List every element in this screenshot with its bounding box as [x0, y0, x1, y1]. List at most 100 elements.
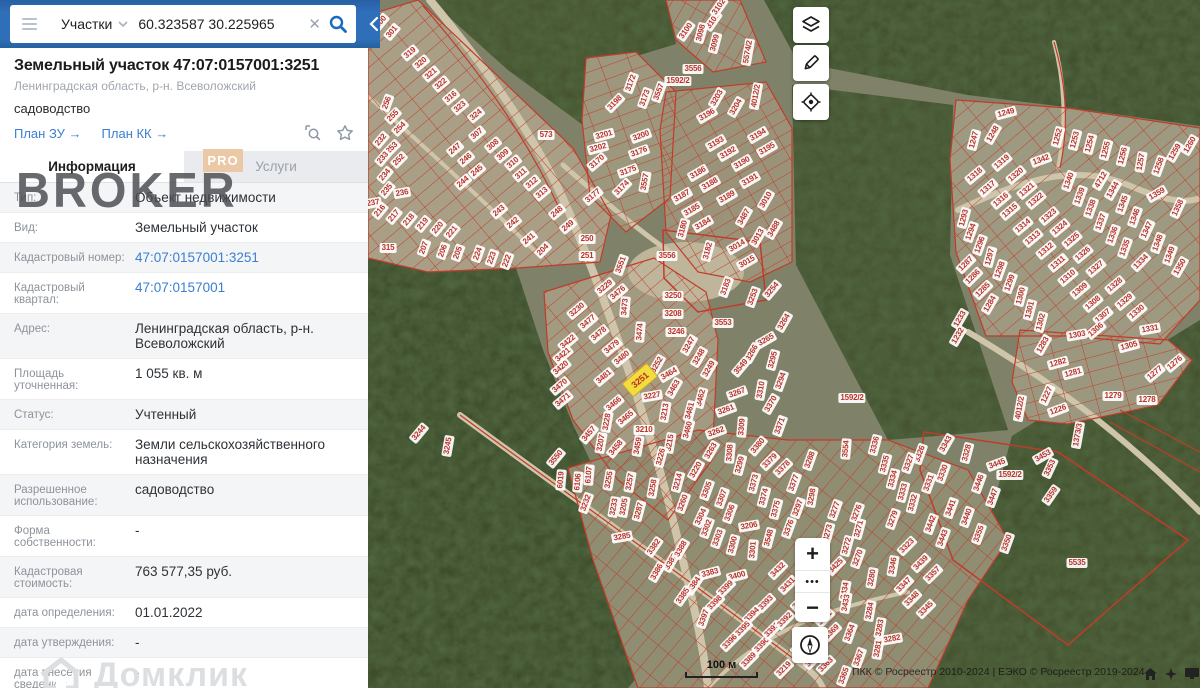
parcel-label[interactable]: 3010 — [756, 188, 776, 212]
parcel-label[interactable]: 3446 — [970, 471, 988, 495]
parcel-label[interactable]: 242 — [503, 213, 523, 233]
parcel-label[interactable]: 1325 — [1060, 229, 1084, 251]
parcel-label[interactable]: 3346 — [886, 554, 900, 578]
parcel-label[interactable]: 3309 — [736, 416, 748, 438]
parcel-label[interactable]: 3285 — [610, 530, 634, 544]
parcel-label[interactable]: 3184 — [691, 214, 715, 234]
home-icon[interactable] — [1144, 668, 1157, 680]
parcel-label[interactable]: 1276 — [1163, 352, 1187, 374]
parcel-label[interactable]: 3355 — [970, 522, 988, 546]
parcel-label[interactable]: 3284 — [863, 599, 877, 623]
parcel-label[interactable]: 6107 — [583, 464, 595, 486]
parcel-label[interactable]: 248 — [547, 202, 567, 222]
parcel-label[interactable]: 1227 — [1038, 383, 1056, 407]
parcel-label[interactable]: 3219 — [773, 658, 795, 680]
parcel-label[interactable]: 3279 — [884, 507, 902, 531]
parcel-label[interactable]: 206 — [435, 241, 451, 261]
parcel-label[interactable]: 1281 — [1061, 365, 1085, 381]
monitor-icon[interactable] — [1185, 668, 1199, 679]
parcel-label[interactable]: 3330 — [934, 461, 952, 485]
parcel-label[interactable]: 3377 — [785, 471, 803, 495]
parcel-label[interactable]: 3174 — [611, 177, 633, 199]
parcel-label[interactable]: 1592/2 — [664, 76, 692, 86]
parcel-label[interactable]: 3383 — [698, 565, 722, 581]
parcel-label[interactable]: 1373/3 — [1070, 420, 1086, 450]
parcel-label[interactable]: 3323 — [896, 535, 918, 557]
parcel-label[interactable]: 3280 — [865, 566, 879, 590]
parcel-label[interactable]: 3441 — [942, 496, 960, 520]
parcel-label[interactable]: 3277 — [826, 498, 844, 522]
parcel-label[interactable]: 1336 — [1104, 223, 1122, 247]
parcel-label[interactable]: 3189 — [715, 187, 739, 207]
parcel-label[interactable]: 3232 — [577, 491, 595, 515]
parcel-label[interactable]: 3176 — [627, 143, 651, 161]
parcel-label[interactable]: 204 — [533, 240, 553, 260]
parcel-label[interactable]: 1319 — [990, 151, 1014, 173]
geolocation-button[interactable] — [792, 627, 828, 663]
parcel-label[interactable]: 3254 — [761, 278, 783, 302]
parcel-label[interactable]: 573 — [537, 130, 555, 140]
parcel-label[interactable]: 1302 — [1033, 310, 1049, 334]
parcel-label[interactable]: 3210 — [633, 425, 655, 435]
parcel-label[interactable]: 4012/2 — [748, 81, 764, 111]
parcel-label[interactable]: 3380 — [747, 434, 769, 458]
parcel-label[interactable]: 1226 — [1046, 401, 1070, 419]
parcel-label[interactable]: 246 — [456, 149, 476, 169]
parcel-label[interactable]: 3299 — [732, 453, 748, 477]
row-value-link[interactable]: 47:07:0157001 — [135, 280, 354, 295]
parcel-label[interactable]: 224 — [470, 244, 486, 264]
parcel-label[interactable]: 6106 — [572, 471, 584, 493]
tab-services[interactable]: Услуги — [184, 151, 368, 182]
parcel-label[interactable]: 1327 — [1084, 257, 1108, 279]
parcel-label[interactable]: 3258 — [646, 476, 660, 500]
parcel-label[interactable]: 1260 — [1180, 133, 1200, 157]
parcel-label[interactable]: 1310 — [1056, 266, 1080, 288]
parcel-label[interactable]: 236 — [392, 186, 412, 200]
parcel-label[interactable]: 241 — [519, 229, 539, 249]
parcel-label[interactable]: 3553 — [712, 318, 734, 328]
plan-kk-link[interactable]: План КК → — [102, 126, 169, 141]
search-category-dropdown[interactable]: Участки — [61, 16, 112, 32]
parcel-label[interactable]: 3300 — [725, 533, 741, 557]
parcel-label[interactable]: 3294 — [772, 369, 790, 393]
parcel-label[interactable]: 3460 — [680, 418, 696, 442]
parcel-label[interactable]: 3172 — [622, 71, 640, 95]
parcel-label[interactable]: 3214 — [670, 470, 686, 494]
parcel-label[interactable]: 6019 — [555, 469, 567, 491]
parcel-label[interactable]: 1248 — [983, 122, 1003, 146]
parcel-label[interactable]: 3556 — [682, 64, 704, 74]
parcel-label[interactable]: 3440 — [958, 505, 976, 529]
parcel-label[interactable]: 1247 — [966, 128, 982, 152]
parcel-label[interactable]: 3272 — [839, 534, 855, 558]
tab-information[interactable]: Информация — [0, 151, 184, 182]
parcel-label[interactable]: 3303 — [709, 526, 727, 550]
menu-icon[interactable] — [22, 18, 37, 30]
parcel-label[interactable]: 1299 — [1001, 271, 1019, 295]
chevron-down-icon[interactable] — [118, 19, 128, 29]
parcel-label[interactable]: 3374 — [756, 485, 772, 509]
parcel-label[interactable]: 3473 — [619, 296, 631, 318]
parcel-label[interactable]: 1305 — [1117, 338, 1141, 354]
parcel-label[interactable]: 3191 — [738, 170, 762, 190]
parcel-label[interactable]: 3443 — [934, 526, 952, 550]
parcel-label[interactable]: 3263 — [701, 439, 721, 463]
parcel-label[interactable]: 3297 — [789, 496, 807, 520]
parcel-label[interactable]: 3250 — [662, 291, 684, 301]
parcel-label[interactable]: 1283 — [1033, 333, 1053, 357]
parcel-label[interactable]: 3382 — [643, 535, 665, 559]
parcel-label[interactable]: 1331 — [1138, 322, 1162, 336]
parcel-label[interactable]: 3190 — [730, 153, 754, 173]
parcel-label[interactable]: 3099 — [707, 31, 723, 55]
parcel-label[interactable]: 243 — [489, 201, 509, 221]
object-position-button[interactable] — [793, 84, 829, 120]
parcel-label[interactable]: 3295 — [765, 348, 781, 372]
parcel-label[interactable]: 3261 — [714, 401, 738, 419]
parcel-label[interactable]: 1252 — [1050, 125, 1066, 149]
parcel-label[interactable]: 3013 — [748, 225, 768, 249]
parcel-label[interactable]: 250 — [578, 234, 596, 244]
parcel-label[interactable]: 3556 — [656, 251, 678, 261]
parcel-label[interactable]: 3182 — [700, 239, 716, 263]
parcel-label[interactable]: 324 — [466, 105, 486, 125]
parcel-label[interactable]: 3257 — [623, 470, 637, 494]
parcel-label[interactable]: 1311 — [1046, 252, 1070, 274]
